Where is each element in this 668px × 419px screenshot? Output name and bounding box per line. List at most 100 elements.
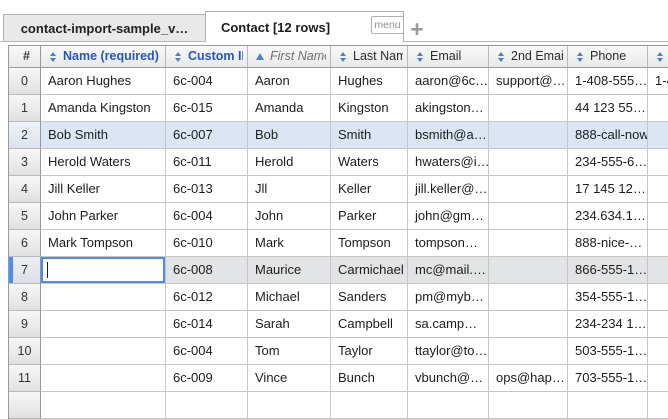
row-number[interactable]: 8 — [9, 284, 41, 311]
table-cell[interactable]: 234-555-6… — [568, 149, 648, 176]
table-cell[interactable]: 703-555-1… — [568, 365, 648, 392]
table-cell[interactable] — [489, 311, 568, 338]
table-cell[interactable]: 234-234 1… — [568, 311, 648, 338]
table-cell[interactable]: sa.camp… — [408, 311, 489, 338]
table-cell[interactable]: 6c-015 — [166, 95, 248, 122]
table-cell[interactable]: 6c-010 — [166, 230, 248, 257]
row-number[interactable] — [9, 392, 41, 419]
table-cell[interactable]: Maurice — [248, 257, 331, 284]
table-cell[interactable] — [41, 338, 166, 365]
table-cell[interactable]: 6c-007 — [166, 122, 248, 149]
table-cell[interactable] — [648, 338, 668, 365]
column-header[interactable]: Name (required) — [41, 46, 166, 68]
table-cell[interactable]: 6c-004 — [166, 203, 248, 230]
table-cell[interactable]: Bob — [248, 122, 331, 149]
row-number[interactable]: 7 — [9, 257, 41, 284]
table-cell[interactable]: Bob Smith — [41, 122, 166, 149]
table-cell[interactable]: support@… — [489, 68, 568, 95]
table-cell[interactable]: Campbell — [331, 311, 408, 338]
table-cell[interactable]: Tompson — [331, 230, 408, 257]
table-cell[interactable]: vbunch@… — [408, 365, 489, 392]
table-cell[interactable]: Herold Waters — [41, 149, 166, 176]
table-cell[interactable]: Amanda — [248, 95, 331, 122]
table-cell[interactable]: aaron@6c… — [408, 68, 489, 95]
table-cell[interactable]: 6c-014 — [166, 311, 248, 338]
table-cell[interactable]: Aaron — [248, 68, 331, 95]
table-cell[interactable]: hwaters@i… — [408, 149, 489, 176]
table-cell[interactable] — [489, 257, 568, 284]
table-cell[interactable]: Mark — [248, 230, 331, 257]
table-cell[interactable] — [648, 284, 668, 311]
table-cell[interactable] — [41, 392, 166, 419]
table-cell[interactable]: 44 123 55… — [568, 95, 648, 122]
table-cell[interactable] — [648, 257, 668, 284]
column-header[interactable]: Custom ID — [166, 46, 248, 68]
column-header[interactable]: 2nd Email — [489, 46, 568, 68]
table-cell[interactable]: mc@mail.… — [408, 257, 489, 284]
row-number[interactable]: 3 — [9, 149, 41, 176]
table-cell[interactable]: john@gm… — [408, 203, 489, 230]
table-cell[interactable]: Taylor — [331, 338, 408, 365]
row-number[interactable]: 0 — [9, 68, 41, 95]
row-number[interactable]: 10 — [9, 338, 41, 365]
table-cell[interactable]: 354-555-1… — [568, 284, 648, 311]
table-cell[interactable]: Carmichael — [331, 257, 408, 284]
table-cell[interactable] — [489, 122, 568, 149]
table-cell[interactable] — [489, 176, 568, 203]
table-cell[interactable]: 6c-011 — [166, 149, 248, 176]
table-cell[interactable]: 17 145 12… — [568, 176, 648, 203]
table-cell[interactable]: Tom — [248, 338, 331, 365]
table-cell[interactable]: 6c-009 — [166, 365, 248, 392]
table-cell[interactable] — [248, 392, 331, 419]
table-cell[interactable] — [648, 230, 668, 257]
table-cell[interactable]: Amanda Kingston — [41, 95, 166, 122]
table-cell[interactable] — [166, 392, 248, 419]
table-cell[interactable] — [408, 392, 489, 419]
row-number[interactable]: 5 — [9, 203, 41, 230]
table-cell[interactable] — [648, 203, 668, 230]
row-number[interactable]: 4 — [9, 176, 41, 203]
table-cell[interactable]: akingston… — [408, 95, 489, 122]
table-cell[interactable]: 1-408-555… — [568, 68, 648, 95]
table-cell[interactable]: 234.634.1… — [568, 203, 648, 230]
table-cell[interactable]: Herold — [248, 149, 331, 176]
table-cell[interactable] — [489, 149, 568, 176]
table-cell[interactable]: pm@myb… — [408, 284, 489, 311]
table-cell[interactable]: 503-555-1… — [568, 338, 648, 365]
table-cell[interactable]: 888-nice-… — [568, 230, 648, 257]
table-cell[interactable] — [648, 95, 668, 122]
menu-button[interactable]: menu — [371, 16, 404, 34]
table-cell[interactable]: 6c-004 — [166, 68, 248, 95]
table-cell[interactable]: 6c-012 — [166, 284, 248, 311]
tab-contact-import-sample[interactable]: contact-import-sample_v… — [3, 14, 206, 41]
table-cell[interactable]: ttaylor@to… — [408, 338, 489, 365]
table-cell[interactable]: 6c-004 — [166, 338, 248, 365]
column-header[interactable] — [648, 46, 668, 68]
row-number[interactable]: 11 — [9, 365, 41, 392]
table-cell[interactable] — [648, 392, 668, 419]
table-cell[interactable]: 6c-008 — [166, 257, 248, 284]
table-cell[interactable]: jill.keller@… — [408, 176, 489, 203]
row-number[interactable]: 1 — [9, 95, 41, 122]
table-cell[interactable] — [41, 284, 166, 311]
table-cell[interactable] — [568, 392, 648, 419]
table-cell[interactable] — [648, 122, 668, 149]
table-cell[interactable] — [489, 284, 568, 311]
table-cell[interactable] — [648, 365, 668, 392]
table-cell[interactable] — [331, 392, 408, 419]
table-cell[interactable] — [489, 95, 568, 122]
table-cell[interactable]: Bunch — [331, 365, 408, 392]
table-cell[interactable] — [648, 149, 668, 176]
table-cell[interactable] — [41, 365, 166, 392]
table-cell[interactable]: 866-555-1… — [568, 257, 648, 284]
table-cell[interactable]: 1-4 — [648, 68, 668, 95]
table-cell[interactable]: Hughes — [331, 68, 408, 95]
table-cell[interactable]: John — [248, 203, 331, 230]
table-cell[interactable] — [489, 203, 568, 230]
table-cell[interactable]: Sarah — [248, 311, 331, 338]
column-header[interactable]: Last Name — [331, 46, 408, 68]
table-cell[interactable] — [648, 311, 668, 338]
row-number[interactable]: 2 — [9, 122, 41, 149]
table-cell[interactable]: Aaron Hughes — [41, 68, 166, 95]
table-cell[interactable]: tompson… — [408, 230, 489, 257]
